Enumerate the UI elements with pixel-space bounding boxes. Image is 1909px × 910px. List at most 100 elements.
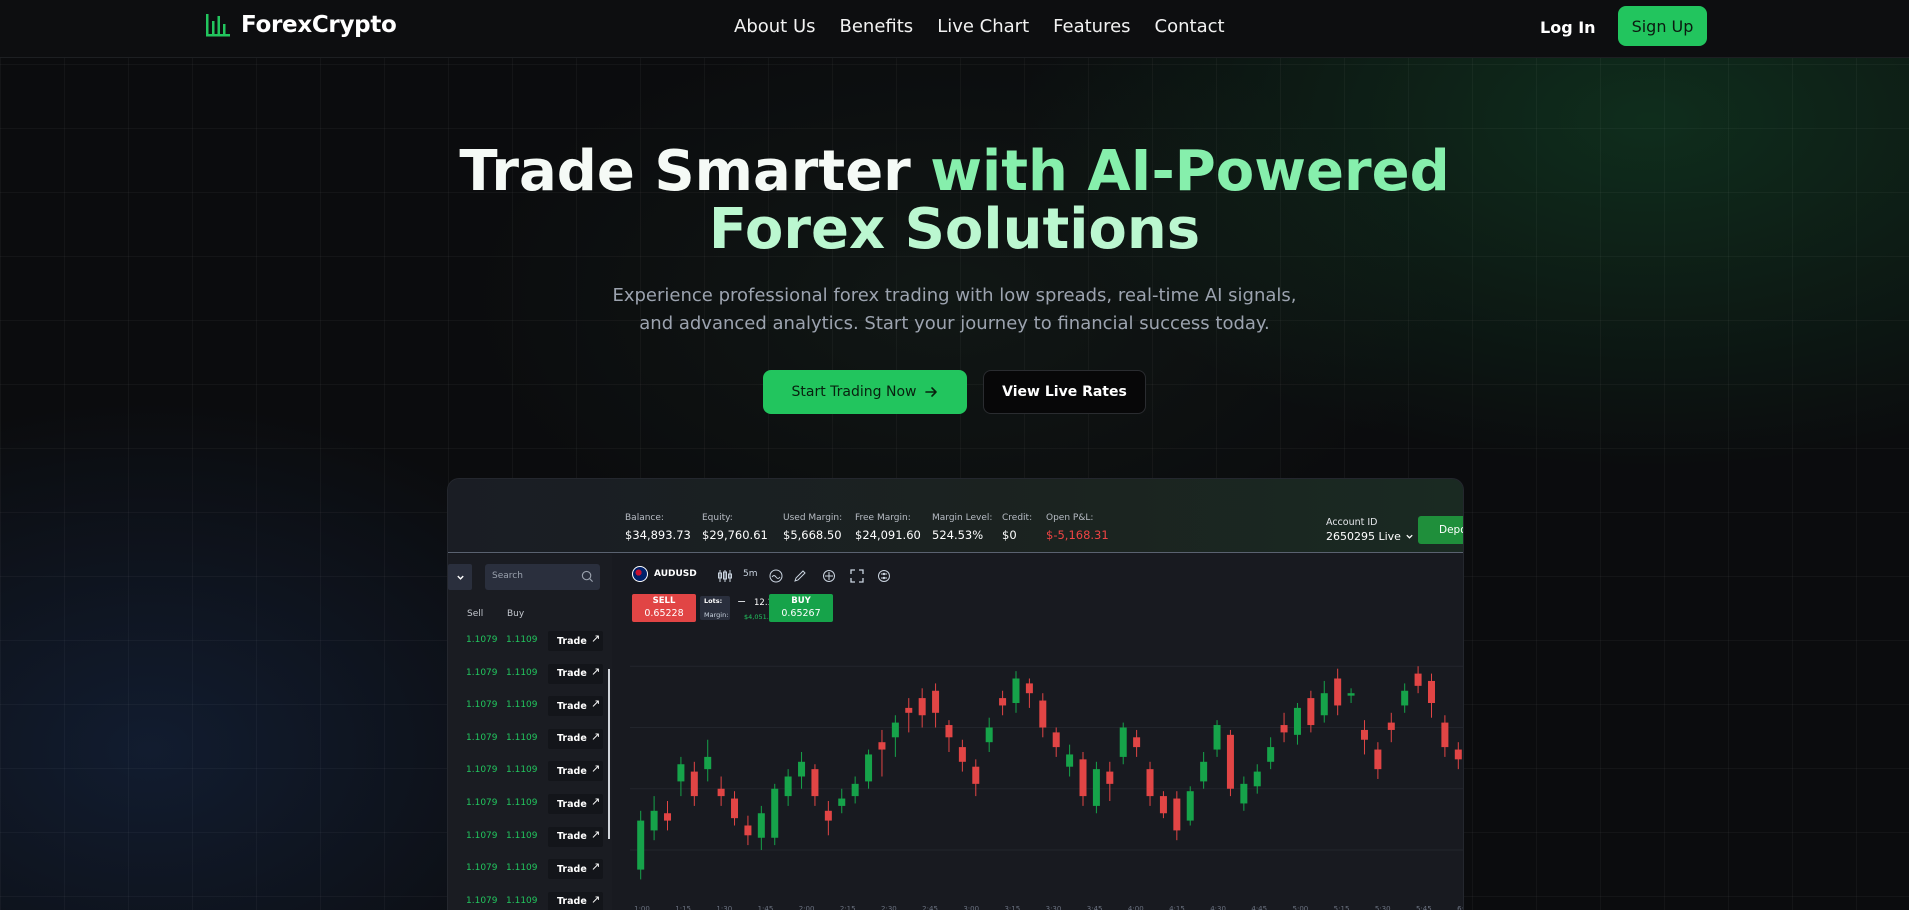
arrow-up-right-icon[interactable]: ↗ [591, 795, 600, 808]
symbol-row[interactable]: 1.1079 1.1109 Trade ↗ [448, 627, 610, 654]
candle-body [824, 810, 832, 821]
nav-link-live-chart[interactable]: Live Chart [937, 16, 1029, 37]
stat-value: 524.53% [932, 528, 984, 542]
symbol-row[interactable]: 1.1079 1.1109 Trade ↗ [448, 725, 610, 752]
chevron-down-icon [456, 575, 464, 580]
candle-body [690, 771, 698, 797]
nav-link-contact[interactable]: Contact [1155, 16, 1225, 37]
nav-link-about[interactable]: About Us [734, 16, 816, 37]
x-tick-label: 3:00 [963, 905, 979, 910]
sell-price: 1.1079 [466, 863, 498, 874]
category-dropdown[interactable] [448, 564, 472, 590]
column-header-sell: Sell [467, 609, 484, 619]
stat-value: $-5,168.31 [1046, 528, 1109, 542]
sell-price: 1.1079 [466, 798, 498, 808]
symbol-row[interactable]: 1.1079 1.1109 Trade ↗ [448, 790, 610, 817]
search-icon [581, 570, 594, 583]
symbols-sidebar: Search Sell Buy 1.1079 1.1109 Trade ↗ 1.1079… [448, 554, 612, 910]
login-button[interactable]: Log In [1540, 18, 1596, 37]
candle-body [945, 725, 953, 738]
nav-link-benefits[interactable]: Benefits [840, 16, 914, 37]
view-live-rates-button[interactable]: View Live Rates [983, 370, 1146, 414]
start-trading-button[interactable]: Start Trading Now [763, 370, 967, 414]
candle-body [851, 783, 859, 797]
candle-body [1240, 783, 1248, 804]
candle-body [838, 798, 846, 806]
candle-body [1092, 769, 1100, 806]
stat-label: Credit: [1002, 513, 1033, 523]
arrow-up-right-icon[interactable]: ↗ [591, 730, 600, 743]
buy-price: 1.1109 [506, 700, 538, 711]
candle-body [1307, 698, 1315, 726]
stat-open-pnl: Open P&L: $-5,168.31 [1046, 513, 1109, 542]
candle-body [985, 727, 993, 743]
candle-body [1454, 749, 1462, 760]
symbol-row[interactable]: 1.1079 1.1109 Trade ↗ [448, 692, 610, 719]
candle-body [637, 820, 645, 870]
stat-value: $34,893.73 [625, 528, 691, 542]
nav-links: About Us Benefits Live Chart Features Co… [734, 16, 1249, 37]
candle-body [1427, 680, 1435, 703]
candle-body [757, 813, 765, 838]
candle-body [1133, 737, 1141, 748]
x-tick-label: 5:00 [1293, 905, 1309, 910]
candle-body [878, 742, 886, 750]
brand-logo[interactable]: ForexCrypto [205, 12, 397, 38]
symbol-row[interactable]: 1.1079 1.1109 Trade ↗ [448, 757, 610, 784]
stat-free-margin: Free Margin: $24,091.60 [855, 513, 921, 542]
candlestick-chart[interactable]: 1:00 1:15 1:30 1:45 2:00 2:15 2:30 2:45 3:00 3:15… [616, 554, 1464, 910]
x-tick-label: 2:00 [799, 905, 815, 910]
symbol-row[interactable]: 1.1079 1.1109 Trade ↗ [448, 823, 610, 850]
arrow-up-right-icon[interactable]: ↗ [591, 860, 600, 873]
account-stats-bar: Balance: $34,893.73 Equity: $29,760.61 U… [448, 479, 1463, 553]
trading-platform-preview: Balance: $34,893.73 Equity: $29,760.61 U… [447, 478, 1464, 910]
candle-body [1173, 798, 1181, 831]
candle-body [1012, 678, 1020, 703]
candle-body [1374, 749, 1382, 770]
arrow-up-right-icon[interactable]: ↗ [591, 697, 600, 710]
candle-body [650, 810, 658, 831]
candle-body [958, 747, 966, 762]
candle-body [1079, 759, 1087, 797]
arrow-up-right-icon[interactable]: ↗ [591, 893, 600, 906]
deposit-button[interactable]: Depos [1418, 516, 1463, 544]
stat-label: Used Margin: [783, 513, 843, 523]
arrow-up-right-icon[interactable]: ↗ [591, 762, 600, 775]
top-navbar: ForexCrypto About Us Benefits Live Chart… [0, 0, 1909, 58]
sidebar-scrollbar[interactable] [608, 669, 610, 839]
brand-name: ForexCrypto [241, 12, 397, 38]
candle-body [1347, 693, 1355, 696]
arrow-up-right-icon[interactable]: ↗ [591, 632, 600, 645]
account-selector[interactable]: Account ID 2650295 Live [1326, 517, 1414, 543]
arrow-up-right-icon[interactable]: ↗ [591, 665, 600, 678]
arrow-up-right-icon[interactable]: ↗ [591, 828, 600, 841]
symbol-search-input[interactable]: Search [485, 564, 600, 590]
candle-body [717, 788, 725, 797]
bar-chart-icon [206, 14, 230, 37]
hero-subtitle-line1: Experience professional forex trading wi… [612, 285, 1297, 306]
symbol-row[interactable]: 1.1079 1.1109 Trade ↗ [448, 660, 610, 687]
sell-price: 1.1079 [466, 700, 498, 711]
symbol-row[interactable]: 1.1079 1.1109 Trade ↗ [448, 888, 610, 910]
x-tick-label: 2:45 [922, 905, 938, 910]
candle-body [1146, 769, 1154, 797]
signup-button[interactable]: Sign Up [1618, 6, 1707, 46]
candle-body [1401, 690, 1409, 706]
symbol-row[interactable]: 1.1079 1.1109 Trade ↗ [448, 855, 610, 882]
account-id-value: 2650295 Live [1326, 530, 1414, 543]
x-tick-label: 4:15 [1169, 905, 1185, 910]
stat-margin-level: Margin Level: 524.53% [932, 513, 992, 542]
candle-body [905, 707, 913, 713]
sell-price: 1.1079 [466, 830, 498, 841]
candle-body [664, 813, 672, 821]
candle-body [1213, 725, 1221, 750]
candle-body [677, 764, 685, 782]
candle-body [1106, 771, 1114, 784]
nav-link-features[interactable]: Features [1053, 16, 1130, 37]
x-tick-label: 1:00 [634, 905, 650, 910]
hero-title-part1: Trade Smarter [459, 139, 931, 204]
candle-body [918, 698, 926, 716]
hero-subtitle-line2: and advanced analytics. Start your journ… [639, 313, 1270, 334]
stat-value: $5,668.50 [783, 528, 842, 542]
buy-price: 1.1109 [506, 732, 538, 743]
